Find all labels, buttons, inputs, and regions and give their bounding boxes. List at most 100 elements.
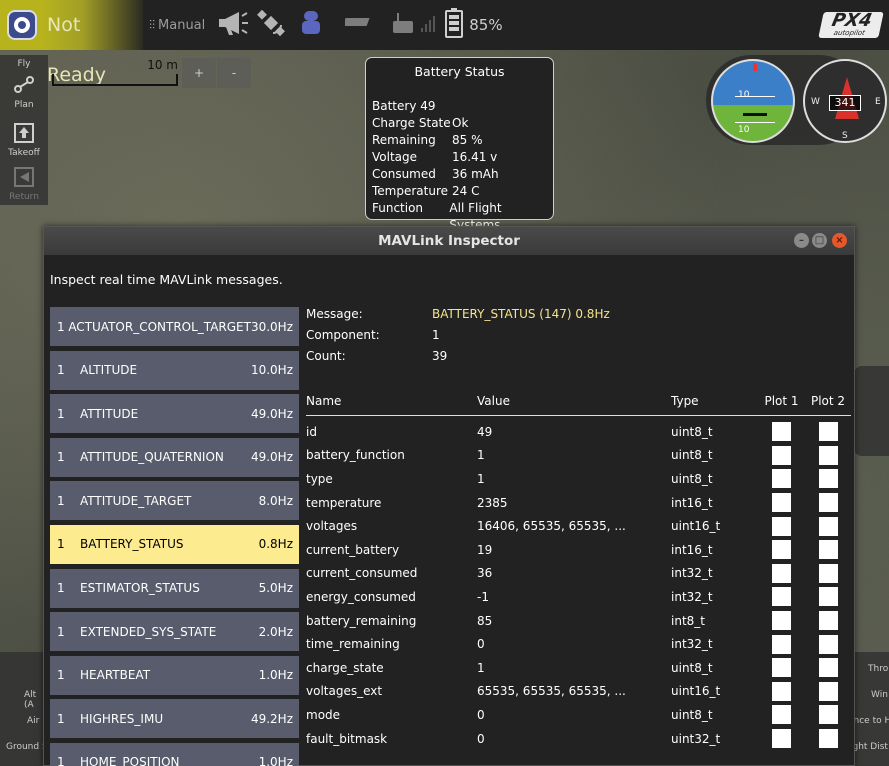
dialog-description: Inspect real time MAVLink messages. <box>50 272 283 287</box>
battery-indicator[interactable]: 85% <box>445 8 503 42</box>
message-list-item[interactable]: 1 ESTIMATOR_STATUS 5.0Hz <box>50 568 299 608</box>
messages-indicator[interactable] <box>217 10 249 40</box>
plot1-checkbox[interactable] <box>772 634 791 654</box>
plot1-checkbox[interactable] <box>772 563 791 583</box>
plot1-cell <box>758 540 805 560</box>
right-side-panel <box>854 366 889 456</box>
plot1-checkbox[interactable] <box>772 445 791 465</box>
dialog-titlebar[interactable]: MAVLink Inspector – □ × <box>44 227 854 255</box>
rc-link-indicator[interactable] <box>342 14 375 36</box>
fields-table-body: id 49 uint8_t battery_function 1 uint8_t type 1… <box>306 416 851 750</box>
message-label: Message: <box>306 307 363 321</box>
plan-view-button[interactable]: Plan <box>0 75 48 119</box>
plot2-cell <box>805 563 851 583</box>
message-list-item[interactable]: 1 HIGHRES_IMU 49.2Hz <box>50 699 299 739</box>
plot2-checkbox[interactable] <box>818 611 838 631</box>
header-plot1: Plot 1 <box>764 394 799 408</box>
plot2-checkbox[interactable] <box>818 658 838 678</box>
plot2-checkbox[interactable] <box>818 563 838 583</box>
plot2-checkbox[interactable] <box>818 587 838 607</box>
table-row: voltages_ext 65535, 65535, 65535, ... uint… <box>306 680 851 704</box>
message-list-item[interactable]: 1 HOME_POSITION 1.0Hz <box>50 742 299 766</box>
plot2-checkbox[interactable] <box>818 469 838 489</box>
plot1-checkbox[interactable] <box>772 587 791 607</box>
message-list-item[interactable]: 1 ATTITUDE 49.0Hz <box>50 394 299 434</box>
zoom-in-button[interactable]: + <box>182 58 216 88</box>
fly-view-button[interactable]: Fly <box>0 55 48 75</box>
plot1-checkbox[interactable] <box>772 493 791 513</box>
plot1-checkbox[interactable] <box>772 658 791 678</box>
field-name: voltages_ext <box>306 684 383 699</box>
plot1-checkbox[interactable] <box>772 729 791 749</box>
plot1-cell <box>758 563 805 583</box>
instrument-panel[interactable]: 10 10 W E S 341 <box>706 55 887 145</box>
plan-route-icon <box>0 75 48 100</box>
message-list-item[interactable]: 1 EXTENDED_SYS_STATE 2.0Hz <box>50 612 299 652</box>
plot2-cell <box>805 729 851 749</box>
message-list-item[interactable]: 1 ALTITUDE 10.0Hz <box>50 350 299 390</box>
return-button[interactable]: Return <box>0 163 48 207</box>
field-type: int32_t <box>671 589 713 604</box>
map-scale: 10 m <box>52 58 178 88</box>
table-row: battery_function 1 uint8_t <box>306 444 851 468</box>
battery-row: Remaining 85 % <box>372 133 483 147</box>
plot1-cell <box>758 705 805 725</box>
message-list-item[interactable]: 1 HEARTBEAT 1.0Hz <box>50 655 299 695</box>
top-toolbar: Not Ready ⫶⫶ Manual 85% PX4 autopilot <box>0 0 889 86</box>
px4-logo: PX4 autopilot <box>818 10 884 38</box>
plot1-checkbox[interactable] <box>772 681 791 701</box>
battery-status-popup: Battery Status Battery 49 Charge State Ok… <box>365 57 554 232</box>
close-button[interactable]: × <box>832 233 847 248</box>
message-list[interactable]: 1 ACTUATOR_CONTROL_TARGET 30.0Hz 1 ALTITUDE 1… <box>50 307 299 766</box>
message-list-item[interactable]: 1 ATTITUDE_TARGET 8.0Hz <box>50 481 299 521</box>
table-row: temperature 2385 int16_t <box>306 491 851 515</box>
rc-rssi-indicator[interactable] <box>391 11 436 39</box>
plot2-checkbox[interactable] <box>818 634 838 654</box>
field-type: uint16_t <box>671 519 721 534</box>
satellite-icon <box>257 9 286 41</box>
field-value: 49 <box>477 424 493 439</box>
plot2-checkbox[interactable] <box>818 681 838 701</box>
plot1-checkbox[interactable] <box>772 469 791 489</box>
takeoff-button[interactable]: Takeoff <box>0 119 48 163</box>
plot1-cell <box>758 611 805 631</box>
minimize-button[interactable]: – <box>794 233 809 248</box>
maximize-button[interactable]: □ <box>812 233 827 248</box>
plot2-checkbox[interactable] <box>818 540 838 560</box>
message-component-id: 1 <box>57 537 65 552</box>
plot1-checkbox[interactable] <box>772 422 791 442</box>
message-list-item[interactable]: 1 ACTUATOR_CONTROL_TARGET 30.0Hz <box>50 307 299 346</box>
plot1-checkbox[interactable] <box>772 611 791 631</box>
message-component-id: 1 <box>57 450 65 465</box>
message-rate: 30.0Hz <box>250 319 293 334</box>
plot2-checkbox[interactable] <box>818 493 838 513</box>
plot1-checkbox[interactable] <box>772 705 791 725</box>
message-list-item[interactable]: 1 BATTERY_STATUS 0.8Hz <box>50 524 299 564</box>
field-value: 0 <box>477 637 485 652</box>
plot1-cell <box>758 516 805 536</box>
left-toolstrip: Fly Plan Takeoff Return <box>0 55 48 205</box>
gps-indicator[interactable] <box>257 9 286 41</box>
message-name: ATTITUDE_QUATERNION <box>80 450 224 465</box>
battery-row: Charge State Ok <box>372 116 469 130</box>
field-type: uint8_t <box>671 424 713 439</box>
flight-mode-selector[interactable]: ⫶⫶ Manual <box>149 18 205 33</box>
field-value: 36 <box>477 566 493 581</box>
plot2-checkbox[interactable] <box>818 705 838 725</box>
vehicle-status[interactable]: Not Ready <box>43 0 143 86</box>
plot2-checkbox[interactable] <box>818 729 838 749</box>
field-name: battery_remaining <box>306 613 417 628</box>
message-component-id: 1 <box>57 581 65 596</box>
message-component-id: 1 <box>57 363 65 378</box>
battery-row: Function All Flight Systems <box>372 201 502 232</box>
plot1-checkbox[interactable] <box>772 540 791 560</box>
field-name: charge_state <box>306 660 384 675</box>
message-list-item[interactable]: 1 ATTITUDE_QUATERNION 49.0Hz <box>50 437 299 477</box>
qgc-menu-button[interactable] <box>0 0 43 50</box>
zoom-out-button[interactable]: - <box>217 58 251 88</box>
plot2-checkbox[interactable] <box>818 422 838 442</box>
vehicle-indicator[interactable] <box>299 8 323 42</box>
plot1-checkbox[interactable] <box>772 516 791 536</box>
plot2-checkbox[interactable] <box>818 516 838 536</box>
plot2-checkbox[interactable] <box>818 445 838 465</box>
